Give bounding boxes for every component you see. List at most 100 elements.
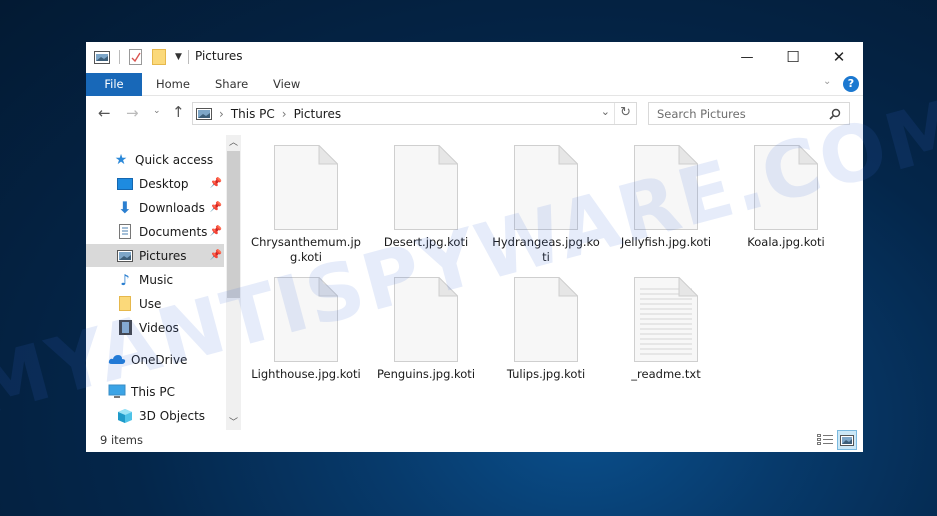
sidebar-item-documents[interactable]: Documents 📌	[86, 220, 224, 243]
pictures-app-icon	[94, 50, 110, 64]
new-folder-icon[interactable]	[152, 49, 166, 65]
file-item[interactable]: Jellyfish.jpg.koti	[606, 144, 726, 250]
pictures-icon	[116, 248, 134, 264]
details-view-button[interactable]	[815, 430, 835, 450]
search-box[interactable]: Search Pictures	[648, 102, 850, 125]
sidebar-item-label: Use	[139, 296, 162, 311]
item-count: 9 items	[100, 433, 143, 447]
file-item[interactable]: Tulips.jpg.koti	[486, 276, 606, 382]
maximize-icon: ☐	[786, 48, 800, 66]
sidebar-item-this-pc[interactable]: This PC	[86, 380, 224, 403]
file-name: Koala.jpg.koti	[747, 235, 825, 249]
blank-file-icon	[754, 144, 819, 230]
tab-view[interactable]: View	[273, 73, 300, 96]
file-name: Desert.jpg.koti	[383, 235, 469, 249]
navigation-pane: ★ Quick access Desktop 📌 ⬇ Downloads 📌 D…	[86, 137, 226, 432]
file-item[interactable]: Chrysanthemum.jpg.koti	[246, 144, 366, 265]
file-item[interactable]: Lighthouse.jpg.koti	[246, 276, 366, 382]
sidebar-item-use[interactable]: Use	[86, 292, 224, 315]
expand-ribbon-icon[interactable]: ⌄	[823, 76, 831, 87]
file-item[interactable]: Koala.jpg.koti	[726, 144, 846, 250]
sidebar-item-3d-objects[interactable]: 3D Objects	[86, 404, 224, 427]
large-icons-view-icon	[840, 434, 854, 446]
search-input[interactable]: Search Pictures	[657, 107, 746, 121]
sidebar-item-label: Pictures	[139, 248, 187, 263]
file-item[interactable]: Hydrangeas.jpg.koti	[486, 144, 606, 265]
sidebar-item-label: Desktop	[139, 176, 189, 191]
sidebar-item-music[interactable]: ♪ Music	[86, 268, 224, 291]
blank-file-icon	[274, 276, 339, 362]
divider	[614, 103, 615, 124]
sidebar-item-desktop[interactable]: Desktop 📌	[86, 172, 224, 195]
blank-file-icon	[274, 144, 339, 230]
download-icon: ⬇	[118, 198, 132, 217]
sidebar-item-label: 3D Objects	[139, 408, 206, 423]
sidebar-item-videos[interactable]: Videos	[86, 316, 224, 339]
sidebar-item-label: Documents	[139, 224, 208, 239]
window-title: Pictures	[195, 49, 243, 63]
desktop-icon	[116, 176, 134, 192]
navigation-bar: ← → ⌄ ↑ › This PC › Pictures ⌄ ↻ Search …	[86, 100, 863, 130]
sidebar-item-quick-access[interactable]: ★ Quick access	[86, 148, 224, 171]
blank-file-icon	[394, 276, 459, 362]
text-file-icon	[634, 276, 699, 362]
onedrive-icon	[108, 352, 126, 368]
scroll-up-icon[interactable]: ︿	[229, 135, 238, 148]
file-name: Tulips.jpg.koti	[506, 367, 586, 381]
blank-file-icon	[514, 276, 579, 362]
details-view-icon	[817, 434, 833, 445]
sidebar-item-label: This PC	[131, 384, 175, 399]
ribbon: File Home Share View ⌄ ?	[86, 73, 863, 96]
minimize-button[interactable]: —	[724, 42, 770, 72]
help-icon: ?	[847, 77, 855, 90]
pictures-location-icon	[196, 107, 212, 120]
breadcrumb-separator: ›	[281, 106, 287, 121]
folder-icon	[116, 296, 134, 312]
address-dropdown-icon[interactable]: ⌄	[601, 105, 610, 118]
close-icon: ✕	[832, 48, 846, 66]
tab-home[interactable]: Home	[156, 73, 190, 96]
refresh-icon[interactable]: ↻	[620, 105, 631, 120]
tab-file[interactable]: File	[86, 73, 142, 96]
sidebar-item-label: Downloads	[139, 200, 205, 215]
sidebar-item-label: OneDrive	[131, 352, 188, 367]
file-name: Chrysanthemum.jpg.koti	[251, 235, 361, 264]
breadcrumb-pictures[interactable]: Pictures	[294, 107, 342, 121]
sidebar-item-downloads[interactable]: ⬇ Downloads 📌	[86, 196, 224, 219]
scroll-down-icon[interactable]: ﹀	[229, 415, 238, 428]
file-item[interactable]: Penguins.jpg.koti	[366, 276, 486, 382]
help-button[interactable]: ?	[843, 76, 859, 92]
sidebar-item-label: Quick access	[135, 152, 214, 167]
recent-locations-button[interactable]: ⌄	[153, 106, 161, 116]
large-icons-view-button[interactable]	[837, 430, 857, 450]
forward-button[interactable]: →	[126, 104, 139, 122]
properties-icon[interactable]	[129, 49, 143, 65]
3d-objects-icon	[116, 408, 134, 424]
sidebar-item-label: Videos	[139, 320, 179, 335]
breadcrumb-separator: ›	[219, 106, 224, 121]
sidebar-item-pictures[interactable]: Pictures 📌	[86, 244, 224, 267]
pin-icon: 📌	[209, 250, 222, 261]
title-bar: ▼ Pictures — ☐ ✕	[86, 42, 863, 72]
customize-toolbar-icon[interactable]: ▼	[175, 52, 182, 62]
scrollbar-thumb[interactable]	[227, 151, 240, 298]
music-icon: ♪	[120, 270, 130, 289]
address-bar[interactable]: › This PC › Pictures ⌄ ↻	[192, 102, 637, 125]
pin-icon: 📌	[209, 226, 222, 237]
sidebar-scrollbar[interactable]: ︿ ﹀	[226, 135, 241, 430]
blank-file-icon	[514, 144, 579, 230]
toolbar-divider	[187, 50, 189, 64]
close-button[interactable]: ✕	[816, 42, 862, 72]
quick-access-toolbar: ▼	[94, 49, 189, 65]
pin-icon: 📌	[209, 178, 222, 189]
file-item[interactable]: _readme.txt	[606, 276, 726, 382]
tab-share[interactable]: Share	[215, 73, 248, 96]
sidebar-item-onedrive[interactable]: OneDrive	[86, 348, 224, 371]
up-button[interactable]: ↑	[172, 103, 185, 121]
blank-file-icon	[634, 144, 699, 230]
file-list: Chrysanthemum.jpg.koti Desert.jpg.koti H…	[246, 137, 856, 437]
breadcrumb-this-pc[interactable]: This PC	[231, 107, 275, 121]
file-item[interactable]: Desert.jpg.koti	[366, 144, 486, 250]
maximize-button[interactable]: ☐	[770, 42, 816, 72]
back-button[interactable]: ←	[98, 104, 111, 122]
